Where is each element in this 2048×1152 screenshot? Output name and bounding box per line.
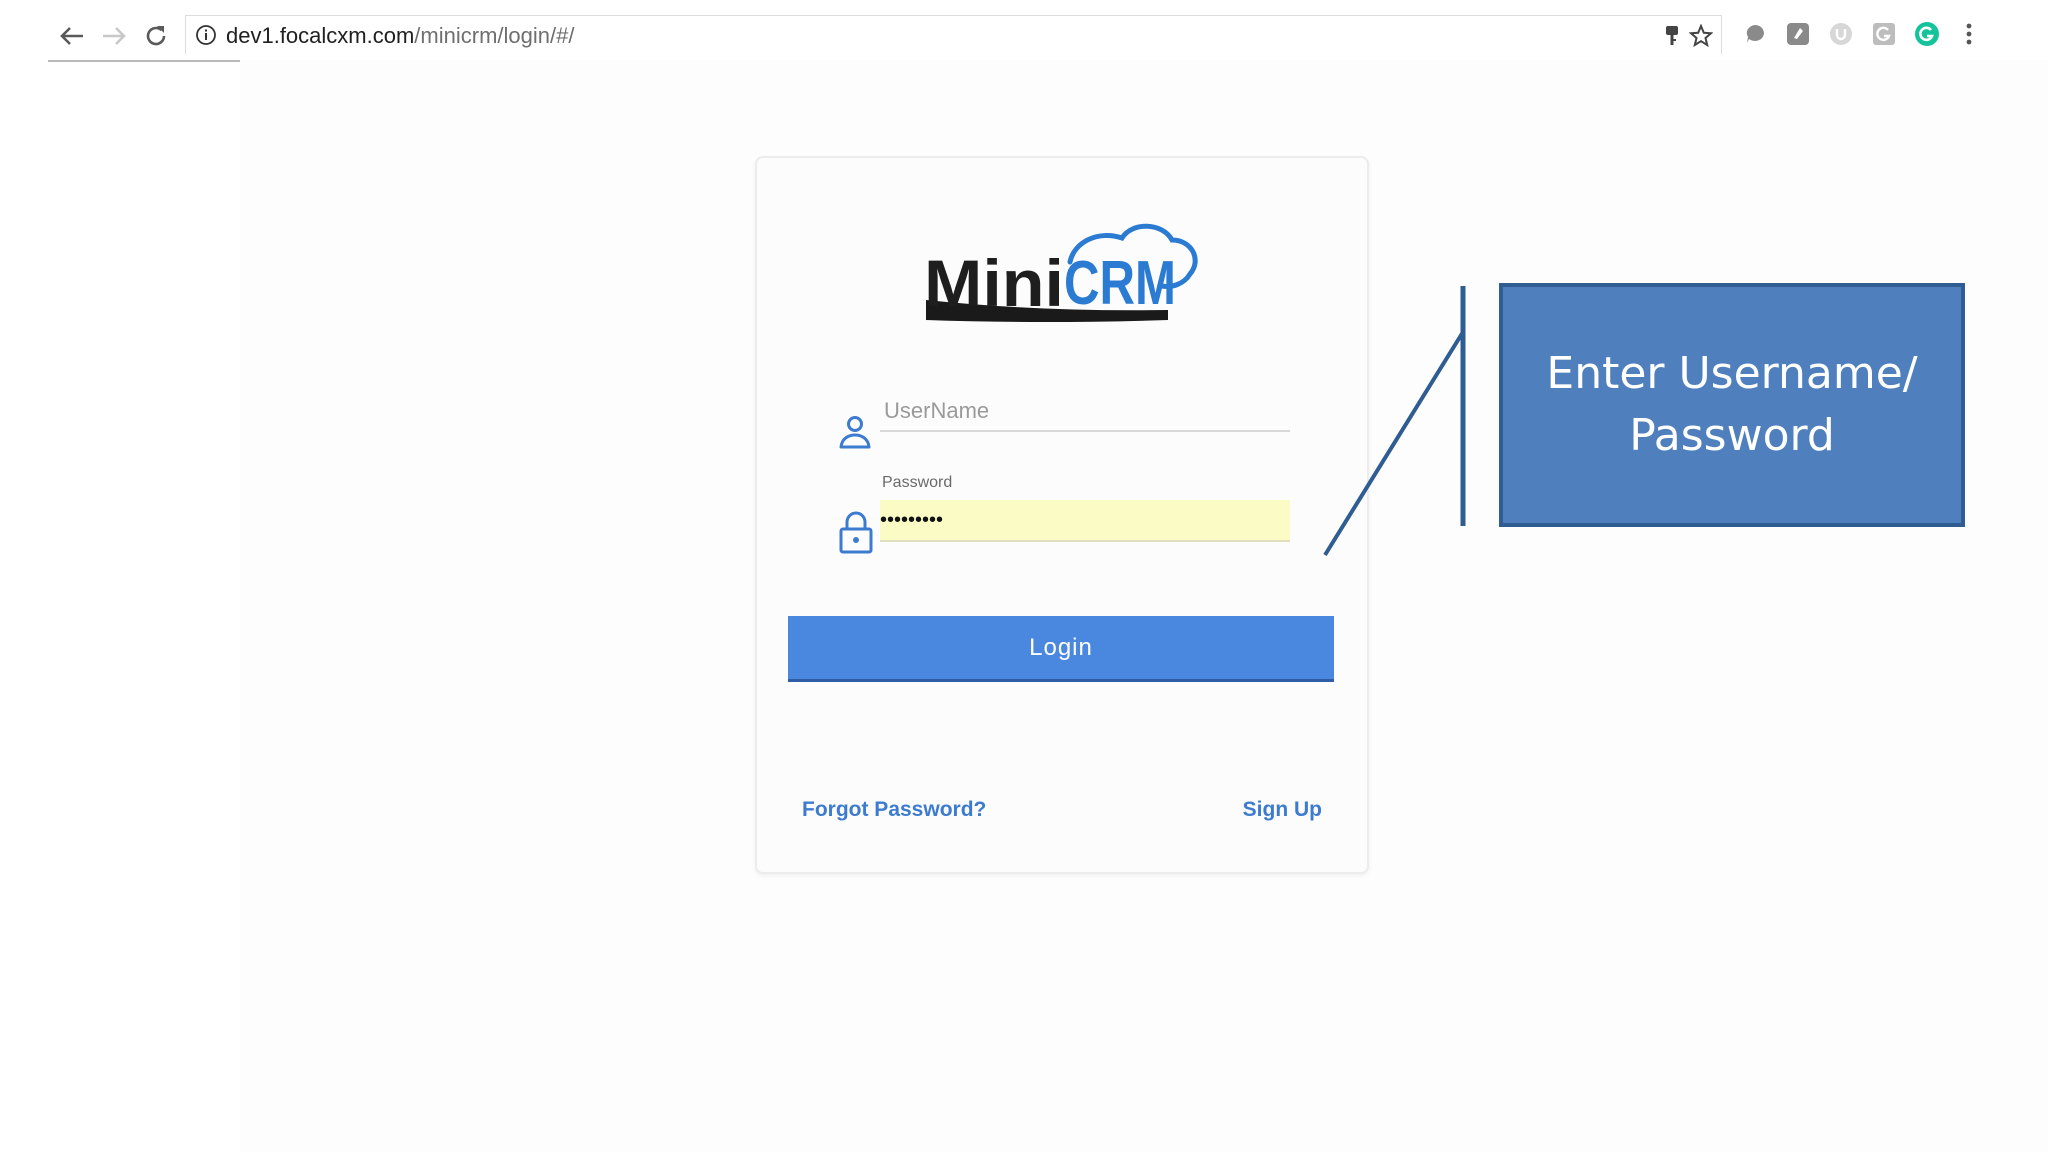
callout-leader-line <box>1323 330 1465 557</box>
callout-line-2: Password <box>1629 410 1835 461</box>
callout-line-1: Enter Username/ <box>1546 348 1918 399</box>
callout-text: Enter Username/ Password <box>1532 343 1932 467</box>
callout-pointer <box>1323 286 1466 557</box>
callout-box: Enter Username/ Password <box>1499 283 1965 527</box>
